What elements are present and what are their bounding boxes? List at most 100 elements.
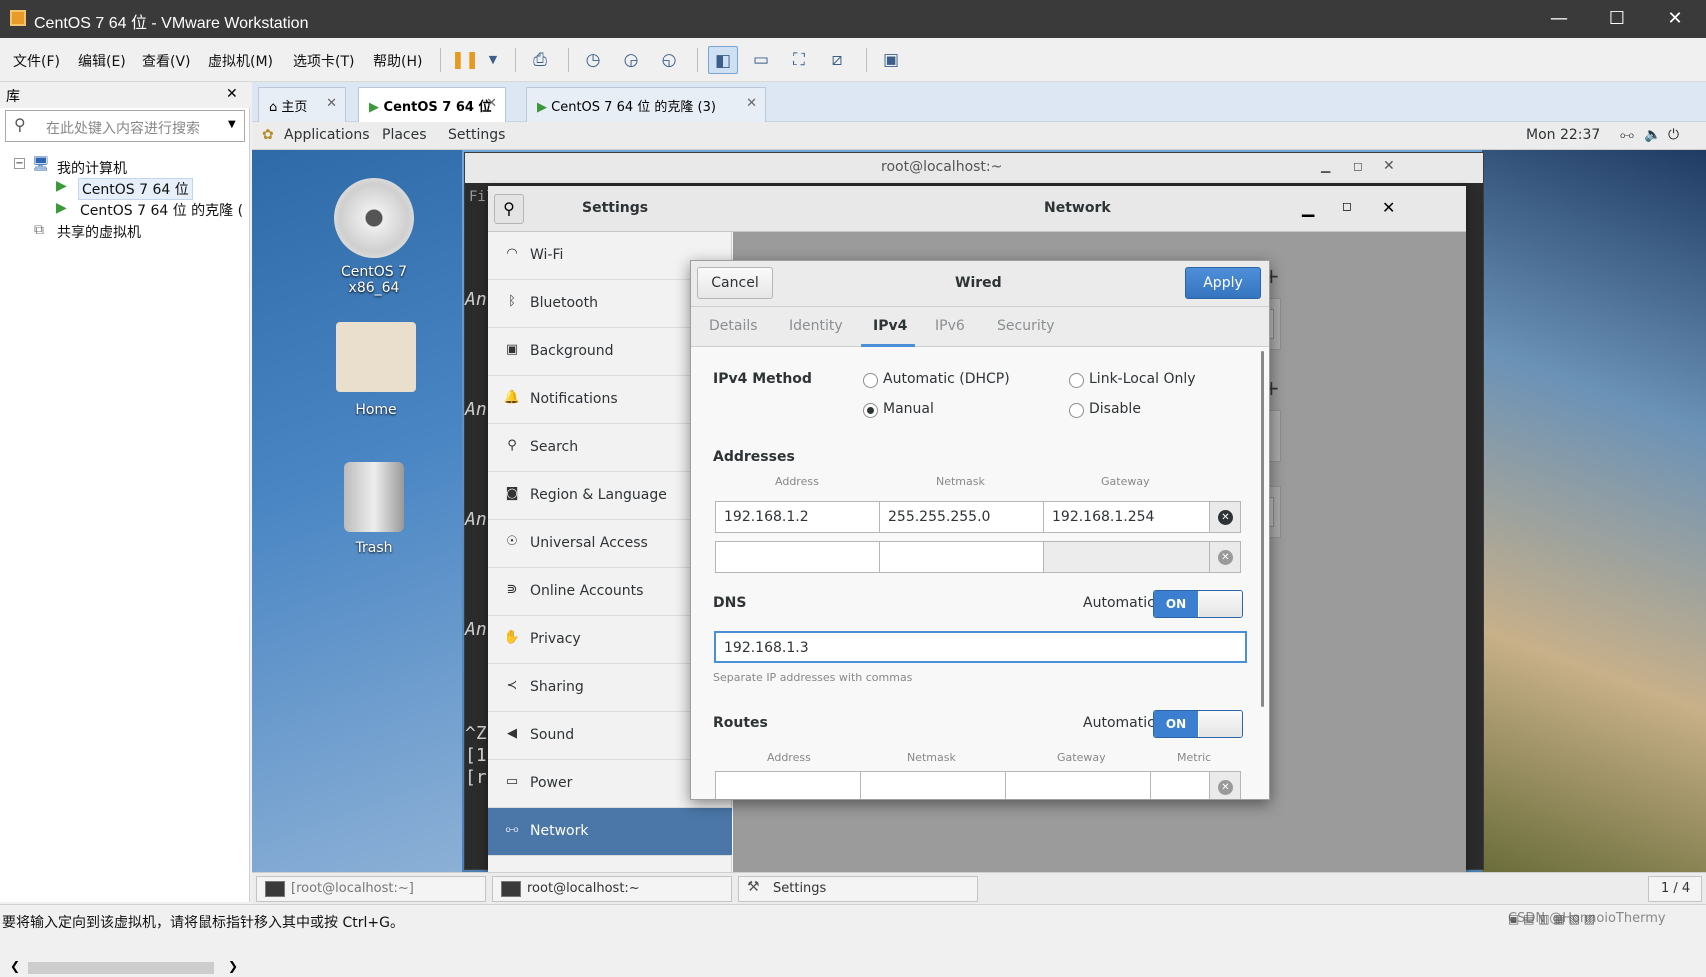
tree-vm-centos[interactable]: CentOS 7 64 位 [78,178,193,200]
library-scrollbar[interactable]: ❮ ❯ [6,959,242,977]
dns-input[interactable]: 192.168.1.3 [714,631,1247,663]
tab-centos-clone[interactable]: ▶ CentOS 7 64 位 的克隆 (3) ✕ [526,87,766,122]
remove-address-button[interactable]: ✕ [1209,501,1241,533]
maximize-button[interactable]: ☐ [1588,0,1646,38]
menu-tabs[interactable]: 选项卡(T) [293,51,354,71]
thumbnail-view-icon[interactable]: ▭ [746,46,776,74]
send-keys-icon[interactable]: ⎙ [525,46,555,74]
power-icon[interactable]: ⏻ [1668,127,1679,143]
scroll-thumb[interactable] [28,962,214,974]
tab-home[interactable]: ⌂ 主页 ✕ [258,87,346,122]
bell-icon: 🔔 [503,390,521,405]
console-view-icon[interactable]: ▣ [876,46,906,74]
close-button[interactable]: ✕ [1646,0,1704,38]
radio-dhcp[interactable] [863,373,878,388]
menu-edit[interactable]: 编辑(E) [78,51,126,71]
routes-automatic-toggle[interactable]: ON [1153,710,1243,738]
radio-link-local[interactable] [1069,373,1084,388]
radio-disable-label[interactable]: Disable [1089,401,1141,417]
maximize-button[interactable]: ◻ [1342,199,1352,213]
unity-icon[interactable]: ⧄ [822,46,852,74]
chevron-left-icon[interactable]: ❮ [10,959,20,973]
volume-icon[interactable]: 🔈 [1644,127,1661,143]
menu-file[interactable]: 文件(F) [13,51,60,71]
chevron-right-icon[interactable]: ❯ [228,959,238,973]
tree-shared-vms[interactable]: 共享的虚拟机 [57,222,141,242]
scroll-thumb[interactable] [1261,351,1264,707]
radio-link-local-label[interactable]: Link-Local Only [1089,371,1196,387]
snapshot-icon[interactable]: ◷ [578,46,608,74]
close-icon[interactable]: ✕ [326,96,337,111]
library-view-icon[interactable]: ◧ [708,46,738,74]
taskbar-item-terminal-1[interactable]: [root@localhost:~] [256,876,486,902]
search-icon: ⚲ [507,438,517,453]
dns-automatic-toggle[interactable]: ON [1153,590,1243,618]
tree-my-computer[interactable]: 我的计算机 [57,158,127,178]
desktop-trash-label[interactable]: Trash [314,540,434,556]
minimize-button[interactable]: ▁ [1302,198,1314,217]
gateway-field[interactable]: 192.168.1.254 [1043,501,1210,533]
close-icon[interactable]: ✕ [486,96,497,111]
desktop-disc-label[interactable]: CentOS 7 x86_64 [314,264,434,296]
radio-manual[interactable] [863,403,878,418]
radio-disable[interactable] [1069,403,1084,418]
tab-identity[interactable]: Identity [789,318,843,334]
radio-dhcp-label[interactable]: Automatic (DHCP) [883,371,1010,387]
dialog-scrollbar[interactable] [1259,347,1267,799]
tab-centos[interactable]: ▶ CentOS 7 64 位 ✕ [358,87,506,122]
close-button[interactable]: ✕ [1382,198,1395,217]
sidebar-item-label: Power [530,775,573,791]
chevron-down-icon[interactable]: ▼ [478,46,508,74]
desktop-home-label[interactable]: Home [316,402,436,418]
close-icon[interactable]: ✕ [746,96,757,111]
trash-icon[interactable] [344,462,404,532]
maximize-button[interactable]: ◻ [1353,159,1363,173]
library-close-icon[interactable]: ✕ [226,86,238,102]
tree-vm-clone[interactable]: CentOS 7 64 位 的克隆 ( [80,200,243,220]
network-icon[interactable]: ⧟ [1620,127,1634,143]
disc-icon[interactable] [334,178,414,258]
tab-ipv4[interactable]: IPv4 [873,318,907,334]
sidebar-item-network[interactable]: ⧟ Network [488,808,732,856]
revert-snapshot-icon[interactable]: ◶ [616,46,646,74]
minimize-button[interactable]: ▁ [1321,159,1330,173]
address-field-empty[interactable] [715,541,880,573]
tab-security[interactable]: Security [997,318,1055,334]
toggle-on-label: ON [1154,711,1198,737]
wired-dialog[interactable]: Cancel Wired Apply Details Identity IPv4… [690,260,1270,800]
workspace-pager[interactable]: 1 / 4 [1648,876,1702,902]
route-gateway-field[interactable] [1005,771,1151,799]
clock[interactable]: Mon 22:37 [1526,127,1600,143]
search-icon[interactable]: ⚲ [494,194,524,224]
library-search-input[interactable]: ⚲ 在此处键入内容进行搜索 ▼ [5,110,245,142]
tree-collapse-icon[interactable]: − [14,158,25,169]
dialog-body: IPv4 Method Automatic (DHCP) Link-Local … [691,347,1269,799]
tab-details[interactable]: Details [709,318,758,334]
menu-vm[interactable]: 虚拟机(M) [208,51,273,71]
route-address-field[interactable] [715,771,861,799]
menu-places[interactable]: Places [382,127,427,143]
menu-settings[interactable]: Settings [448,127,505,143]
radio-manual-label[interactable]: Manual [883,401,934,417]
cancel-button[interactable]: Cancel [697,267,773,299]
pause-icon[interactable]: ❚❚ [450,46,480,74]
tab-ipv6[interactable]: IPv6 [935,318,965,334]
fullscreen-icon[interactable]: ⛶ [784,46,814,74]
taskbar-item-terminal-2[interactable]: root@localhost:~ [492,876,732,902]
minimize-button[interactable]: — [1530,0,1588,38]
route-netmask-field[interactable] [860,771,1006,799]
menu-applications[interactable]: Applications [284,127,370,143]
route-metric-field[interactable] [1150,771,1210,799]
close-button[interactable]: ✕ [1383,158,1395,174]
vmware-app-icon [10,10,26,26]
home-folder-icon[interactable] [336,322,416,392]
netmask-field-empty[interactable] [879,541,1044,573]
taskbar-item-settings[interactable]: ⚒ Settings [738,876,978,902]
snapshot-manager-icon[interactable]: ◵ [654,46,684,74]
apply-button[interactable]: Apply [1185,267,1261,299]
menu-help[interactable]: 帮助(H) [373,51,422,71]
netmask-field[interactable]: 255.255.255.0 [879,501,1044,533]
menu-view[interactable]: 查看(V) [142,51,191,71]
chevron-down-icon[interactable]: ▼ [228,119,236,130]
address-field[interactable]: 192.168.1.2 [715,501,880,533]
